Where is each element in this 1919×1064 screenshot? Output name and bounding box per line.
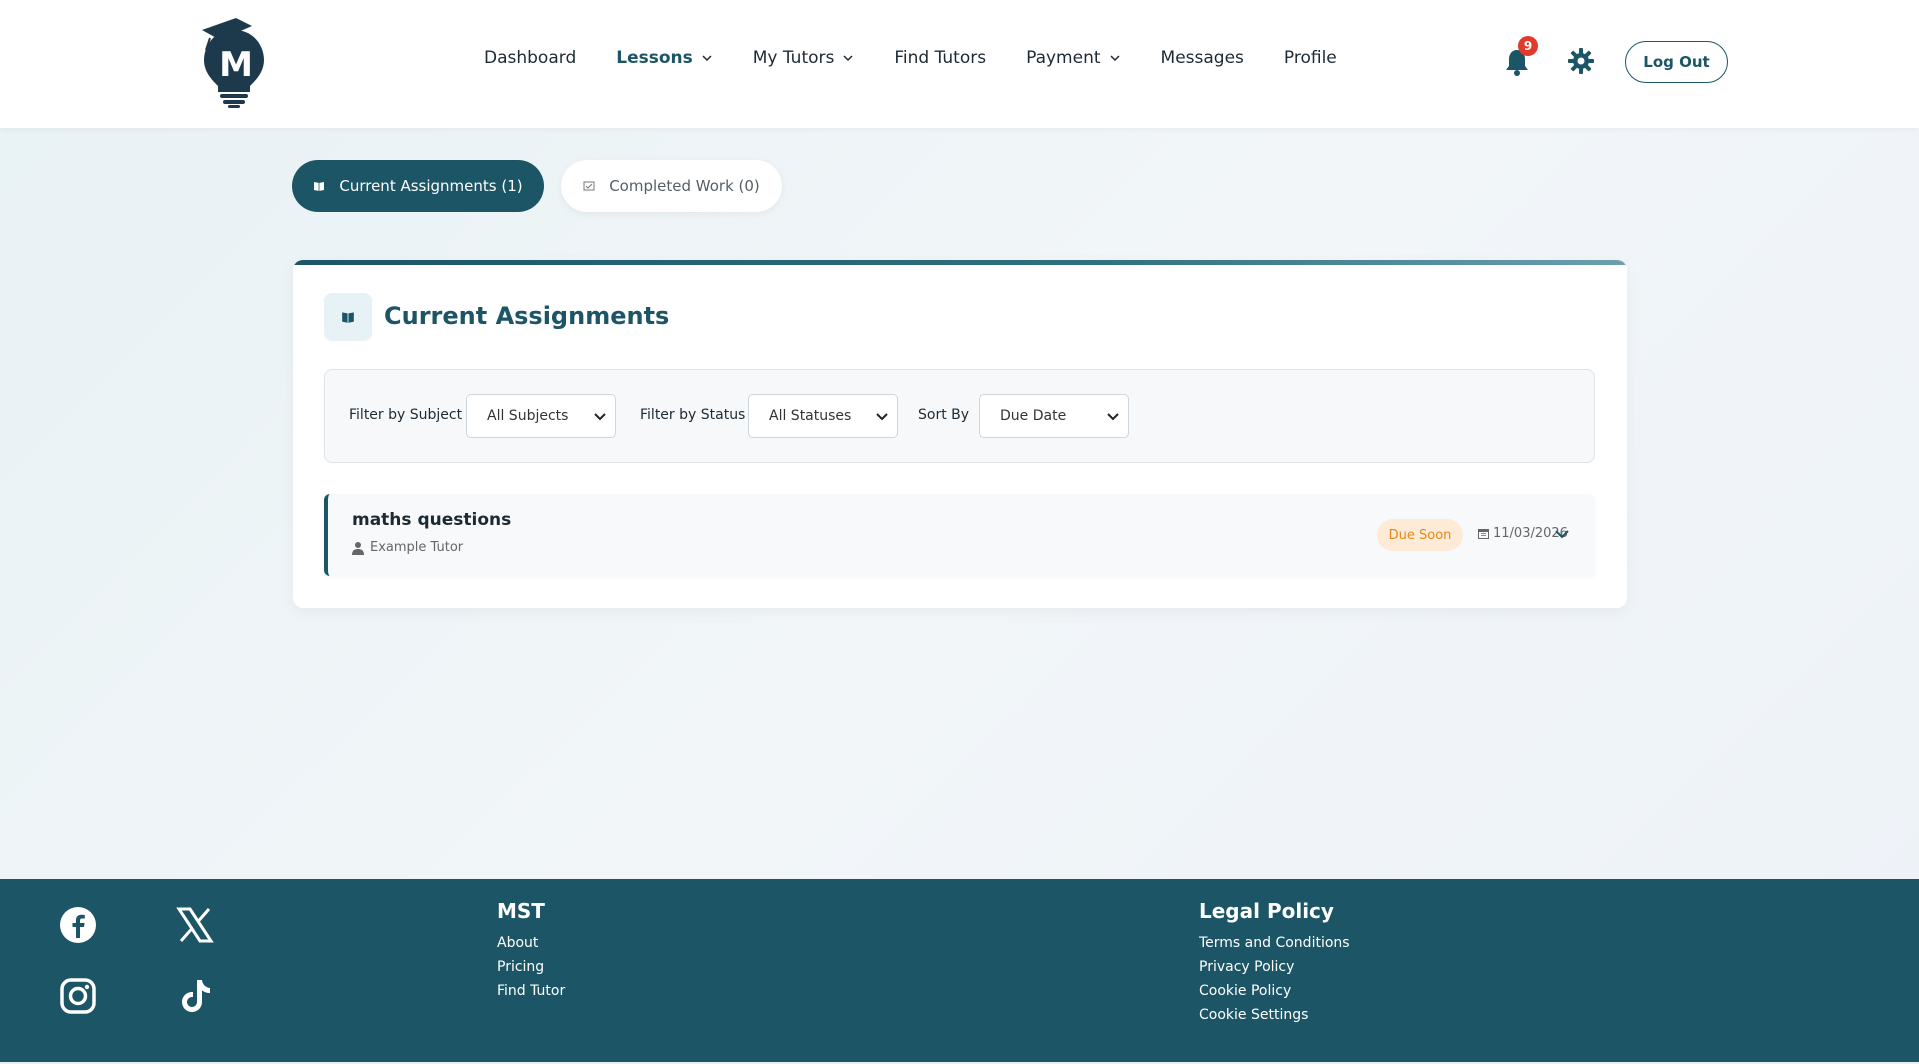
sort-by-value: Due Date bbox=[1000, 408, 1067, 424]
facebook-icon[interactable] bbox=[58, 905, 98, 945]
tab-current-assignments[interactable]: Current Assignments (1) bbox=[292, 160, 544, 212]
filter-subject-value: All Subjects bbox=[487, 408, 569, 424]
assignment-title: maths questions bbox=[352, 510, 512, 530]
chevron-down-icon bbox=[876, 413, 888, 421]
nav-dashboard[interactable]: Dashboard bbox=[484, 48, 576, 68]
footer-link-about[interactable]: About bbox=[497, 935, 538, 951]
assignment-tutor-name: Example Tutor bbox=[370, 540, 464, 555]
chevron-down-icon bbox=[594, 413, 606, 421]
tab-current-label: Current Assignments (1) bbox=[339, 177, 523, 195]
main-nav: Dashboard Lessons My Tutors Find Tutors … bbox=[484, 48, 1377, 68]
footer-legal-title: Legal Policy bbox=[1199, 899, 1334, 923]
nav-payment[interactable]: Payment bbox=[1026, 48, 1120, 68]
calendar-icon bbox=[1478, 529, 1489, 539]
card-title: Current Assignments bbox=[384, 302, 670, 330]
tab-completed-label: Completed Work (0) bbox=[609, 177, 760, 195]
assignment-tutor: Example Tutor bbox=[352, 540, 463, 555]
nav-find-tutors-label: Find Tutors bbox=[894, 48, 987, 68]
nav-profile[interactable]: Profile bbox=[1284, 48, 1337, 68]
chevron-down-icon bbox=[1110, 55, 1120, 62]
nav-profile-label: Profile bbox=[1283, 48, 1337, 68]
footer-link-pricing[interactable]: Pricing bbox=[497, 959, 544, 975]
card-accent-bar bbox=[293, 260, 1627, 265]
gear-icon[interactable] bbox=[1568, 48, 1594, 74]
tiktok-icon[interactable] bbox=[175, 976, 215, 1016]
tab-completed-work[interactable]: Completed Work (0) bbox=[561, 160, 782, 212]
filter-status-value: All Statuses bbox=[769, 408, 852, 424]
filter-subject-select[interactable]: All Subjects bbox=[466, 394, 616, 438]
nav-lessons[interactable]: Lessons bbox=[616, 48, 713, 68]
footer-link-terms[interactable]: Terms and Conditions bbox=[1199, 935, 1350, 951]
book-icon bbox=[314, 182, 325, 191]
nav-my-tutors[interactable]: My Tutors bbox=[753, 48, 855, 68]
footer-link-cookie-policy[interactable]: Cookie Policy bbox=[1199, 983, 1291, 999]
nav-messages[interactable]: Messages bbox=[1161, 48, 1244, 68]
chevron-down-icon[interactable] bbox=[1553, 527, 1571, 541]
footer-link-privacy[interactable]: Privacy Policy bbox=[1199, 959, 1294, 975]
nav-payment-label: Payment bbox=[1026, 48, 1101, 68]
check-square-icon bbox=[583, 181, 595, 191]
logo[interactable]: M bbox=[200, 16, 268, 108]
nav-my-tutors-label: My Tutors bbox=[752, 48, 835, 68]
filter-bar: Filter by Subject All Subjects Filter by… bbox=[324, 369, 1595, 463]
book-icon bbox=[342, 312, 354, 323]
footer-link-find-tutor[interactable]: Find Tutor bbox=[497, 983, 565, 999]
filter-subject-label: Filter by Subject bbox=[349, 407, 463, 423]
user-icon bbox=[352, 541, 364, 555]
chevron-down-icon bbox=[1107, 413, 1119, 421]
footer-link-cookie-settings[interactable]: Cookie Settings bbox=[1199, 1007, 1308, 1023]
footer: MST About Pricing Find Tutor Legal Polic… bbox=[0, 879, 1919, 1064]
nav-messages-label: Messages bbox=[1160, 48, 1244, 68]
x-icon[interactable] bbox=[175, 905, 215, 945]
instagram-icon[interactable] bbox=[58, 976, 98, 1016]
card-icon-box bbox=[324, 293, 372, 341]
chevron-down-icon bbox=[843, 55, 853, 62]
assignment-item[interactable]: maths questions Example Tutor Due Soon 1… bbox=[324, 494, 1595, 576]
filter-status-label: Filter by Status bbox=[640, 407, 746, 423]
assignments-card: Current Assignments Filter by Subject Al… bbox=[293, 260, 1627, 608]
sort-by-select[interactable]: Due Date bbox=[979, 394, 1129, 438]
logout-button[interactable]: Log Out bbox=[1625, 41, 1728, 83]
sort-by-label: Sort By bbox=[918, 407, 970, 423]
logo-letter: M bbox=[219, 45, 253, 85]
filter-status-select[interactable]: All Statuses bbox=[748, 394, 898, 438]
status-badge: Due Soon bbox=[1377, 519, 1463, 551]
nav-dashboard-label: Dashboard bbox=[484, 48, 577, 68]
nav-lessons-label: Lessons bbox=[616, 48, 693, 68]
top-header: M Dashboard Lessons My Tutors Find Tutor… bbox=[0, 0, 1919, 128]
footer-mst-title: MST bbox=[497, 899, 545, 923]
notification-badge: 9 bbox=[1518, 36, 1538, 56]
chevron-down-icon bbox=[702, 55, 712, 62]
nav-find-tutors[interactable]: Find Tutors bbox=[894, 48, 986, 68]
